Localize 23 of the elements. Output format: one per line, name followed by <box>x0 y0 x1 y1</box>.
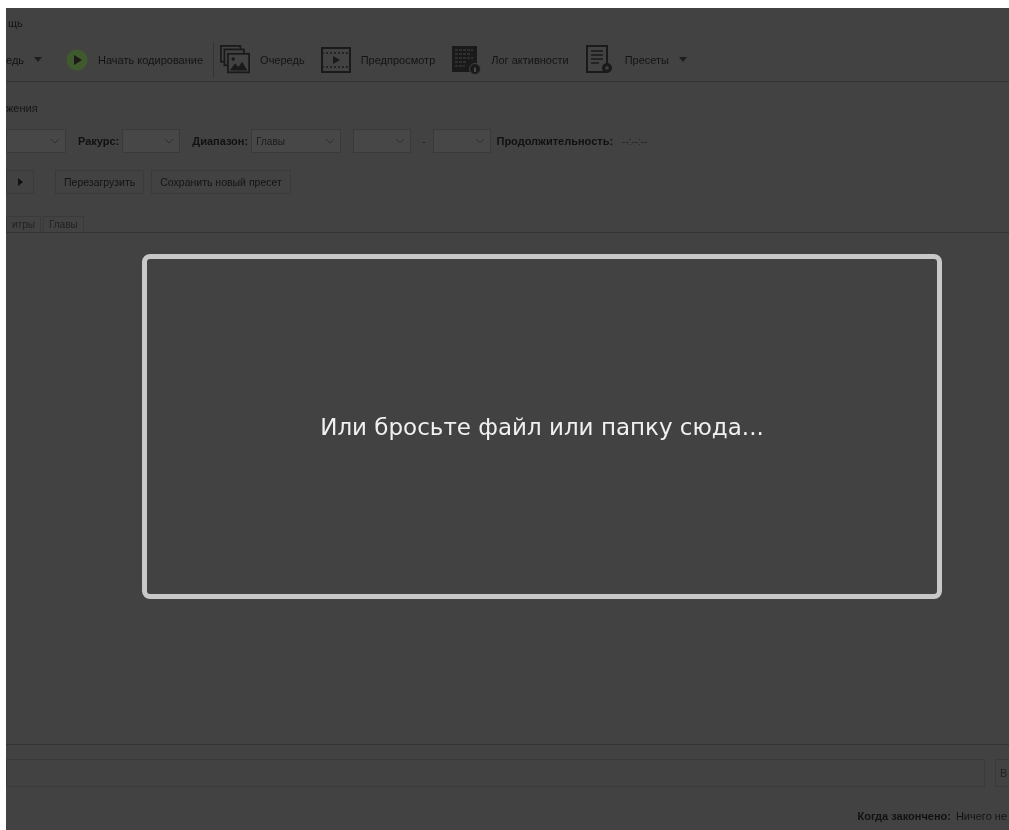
caret-icon[interactable] <box>678 57 687 62</box>
chevron-down-icon <box>51 138 59 144</box>
caret-icon[interactable] <box>34 57 43 62</box>
arrow-button[interactable] <box>6 170 34 194</box>
destination-field[interactable] <box>6 759 985 787</box>
chevron-down-icon <box>396 138 405 144</box>
dropdown[interactable] <box>353 129 412 153</box>
value-text: - <box>422 135 426 147</box>
photo-stack-icon[interactable] <box>220 44 251 75</box>
log-document-icon[interactable] <box>451 44 482 75</box>
chevron-down-icon <box>476 138 485 144</box>
drop-zone[interactable]: Или бросьте файл или папку сюда... <box>142 254 942 599</box>
dropdown[interactable] <box>6 129 66 153</box>
triangle-right-icon <box>17 178 23 186</box>
chevron-down-icon <box>326 138 335 144</box>
dropdown[interactable] <box>433 129 492 153</box>
chevron-down-icon <box>165 138 174 144</box>
drop-message: Или бросьте файл или папку сюда... <box>320 413 764 440</box>
play-icon[interactable] <box>66 48 89 71</box>
document-gear-icon[interactable] <box>584 44 615 75</box>
film-frame-icon[interactable] <box>320 44 351 75</box>
value-text: --:--:-- <box>622 135 648 147</box>
dropdown[interactable] <box>122 129 181 153</box>
